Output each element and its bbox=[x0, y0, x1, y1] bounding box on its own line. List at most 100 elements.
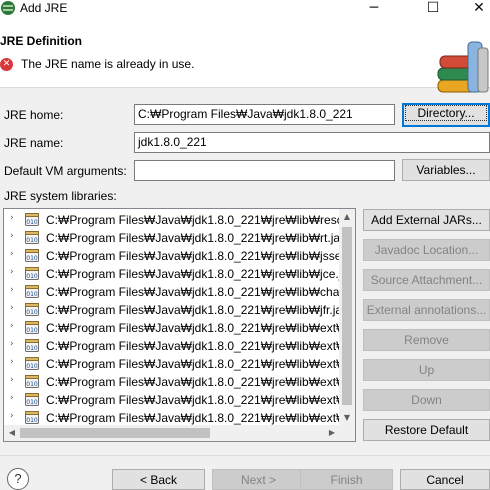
scroll-up-arrow-icon[interactable]: ▲ bbox=[339, 212, 355, 221]
svg-text:010: 010 bbox=[26, 219, 38, 226]
library-row[interactable]: › 010 C:₩Program Files₩Java₩jdk1.8.0_221₩j… bbox=[4, 391, 340, 409]
horizontal-scrollbar[interactable]: ◀ ▶ bbox=[4, 425, 340, 441]
library-path: C:₩Program Files₩Java₩jdk1.8.0_221₩jre₩l… bbox=[46, 321, 340, 335]
library-row[interactable]: › 010 C:₩Program Files₩Java₩jdk1.8.0_221₩j… bbox=[4, 247, 340, 265]
expand-chevron-icon[interactable]: › bbox=[10, 339, 14, 349]
expand-chevron-icon[interactable]: › bbox=[10, 213, 14, 223]
cancel-button[interactable]: Cancel bbox=[400, 469, 490, 490]
library-row[interactable]: › 010 C:₩Program Files₩Java₩jdk1.8.0_221₩j… bbox=[4, 373, 340, 391]
svg-text:010: 010 bbox=[26, 345, 38, 352]
directory-button-label: Directory... bbox=[405, 105, 487, 121]
svg-text:010: 010 bbox=[26, 255, 38, 262]
source-attachment-button[interactable]: Source Attachment... bbox=[363, 269, 490, 291]
jar-icon: 010 bbox=[25, 285, 39, 298]
jar-icon: 010 bbox=[25, 267, 39, 280]
library-row[interactable]: › 010 C:₩Program Files₩Java₩jdk1.8.0_221₩j… bbox=[4, 229, 340, 247]
jar-icon: 010 bbox=[25, 357, 39, 370]
jre-name-label: JRE name: bbox=[4, 136, 64, 150]
expand-chevron-icon[interactable]: › bbox=[10, 231, 14, 241]
scroll-left-arrow-icon[interactable]: ◀ bbox=[4, 428, 20, 437]
expand-chevron-icon[interactable]: › bbox=[10, 267, 14, 277]
vertical-scrollbar[interactable]: ▲ ▼ bbox=[339, 209, 355, 425]
directory-button[interactable]: Directory... bbox=[402, 103, 490, 127]
library-row[interactable]: › 010 C:₩Program Files₩Java₩jdk1.8.0_221₩j… bbox=[4, 319, 340, 337]
library-path: C:₩Program Files₩Java₩jdk1.8.0_221₩jre₩l… bbox=[46, 393, 340, 407]
jre-name-field[interactable]: jdk1.8.0_221 bbox=[134, 132, 490, 153]
library-row[interactable]: › 010 C:₩Program Files₩Java₩jdk1.8.0_221₩j… bbox=[4, 337, 340, 355]
finish-button[interactable]: Finish bbox=[300, 469, 393, 490]
expand-chevron-icon[interactable]: › bbox=[10, 285, 14, 295]
error-circle-icon: ✕ bbox=[0, 58, 13, 71]
expand-chevron-icon[interactable]: › bbox=[10, 321, 14, 331]
library-path: C:₩Program Files₩Java₩jdk1.8.0_221₩jre₩l… bbox=[46, 303, 340, 317]
library-row[interactable]: › 010 C:₩Program Files₩Java₩jdk1.8.0_221₩j… bbox=[4, 283, 340, 301]
minimize-button[interactable]: ─ bbox=[354, 0, 394, 18]
library-row[interactable]: › 010 C:₩Program Files₩Java₩jdk1.8.0_221₩j… bbox=[4, 301, 340, 319]
library-row[interactable]: › 010 C:₩Program Files₩Java₩jdk1.8.0_221₩j… bbox=[4, 265, 340, 283]
library-path: C:₩Program Files₩Java₩jdk1.8.0_221₩jre₩l… bbox=[46, 267, 340, 281]
vm-args-label: Default VM arguments: bbox=[4, 164, 127, 178]
library-path: C:₩Program Files₩Java₩jdk1.8.0_221₩jre₩l… bbox=[46, 285, 340, 299]
svg-text:010: 010 bbox=[26, 273, 38, 280]
vm-args-field[interactable] bbox=[134, 160, 395, 181]
add-external-jars-button[interactable]: Add External JARs... bbox=[363, 209, 490, 231]
jar-icon: 010 bbox=[25, 375, 39, 388]
library-path: C:₩Program Files₩Java₩jdk1.8.0_221₩jre₩l… bbox=[46, 339, 340, 353]
vertical-scroll-thumb[interactable] bbox=[342, 227, 352, 405]
library-path: C:₩Program Files₩Java₩jdk1.8.0_221₩jre₩l… bbox=[46, 231, 340, 245]
jar-icon: 010 bbox=[25, 249, 39, 262]
next-button[interactable]: Next > bbox=[212, 469, 305, 490]
jar-icon: 010 bbox=[25, 231, 39, 244]
jar-icon: 010 bbox=[25, 213, 39, 226]
up-button[interactable]: Up bbox=[363, 359, 490, 381]
close-window-button[interactable]: ✕ bbox=[459, 0, 490, 18]
library-path: C:₩Program Files₩Java₩jdk1.8.0_221₩jre₩l… bbox=[46, 411, 340, 425]
jar-icon: 010 bbox=[25, 303, 39, 316]
horizontal-scroll-thumb[interactable] bbox=[20, 428, 210, 438]
back-button[interactable]: < Back bbox=[112, 469, 205, 490]
eclipse-icon bbox=[1, 1, 15, 15]
page-title: JRE Definition bbox=[0, 34, 83, 48]
restore-default-button[interactable]: Restore Default bbox=[363, 419, 490, 441]
scroll-right-arrow-icon[interactable]: ▶ bbox=[324, 428, 340, 437]
svg-text:010: 010 bbox=[26, 291, 38, 298]
expand-chevron-icon[interactable]: › bbox=[10, 303, 14, 313]
library-path: C:₩Program Files₩Java₩jdk1.8.0_221₩jre₩l… bbox=[46, 213, 340, 227]
scroll-corner bbox=[339, 425, 355, 441]
external-annotations-button[interactable]: External annotations... bbox=[363, 299, 490, 321]
jre-home-field[interactable]: C:₩Program Files₩Java₩jdk1.8.0_221 bbox=[134, 104, 395, 125]
variables-button[interactable]: Variables... bbox=[402, 159, 490, 181]
svg-text:010: 010 bbox=[26, 381, 38, 388]
down-button[interactable]: Down bbox=[363, 389, 490, 411]
library-row[interactable]: › 010 C:₩Program Files₩Java₩jdk1.8.0_221₩j… bbox=[4, 211, 340, 229]
library-row[interactable]: › 010 C:₩Program Files₩Java₩jdk1.8.0_221₩j… bbox=[4, 355, 340, 373]
svg-text:010: 010 bbox=[26, 309, 38, 316]
help-icon[interactable]: ? bbox=[7, 468, 29, 490]
footer-separator bbox=[0, 455, 490, 456]
remove-button[interactable]: Remove bbox=[363, 329, 490, 351]
jar-icon: 010 bbox=[25, 321, 39, 334]
svg-text:010: 010 bbox=[26, 327, 38, 334]
jar-icon: 010 bbox=[25, 339, 39, 352]
maximize-button[interactable]: ☐ bbox=[413, 0, 453, 18]
scroll-down-arrow-icon[interactable]: ▼ bbox=[339, 413, 355, 422]
window-title: Add JRE bbox=[20, 1, 68, 15]
wizard-header: JRE Definition ✕ The JRE name is already… bbox=[0, 18, 490, 93]
javadoc-location-button[interactable]: Javadoc Location... bbox=[363, 239, 490, 261]
expand-chevron-icon[interactable]: › bbox=[10, 411, 14, 421]
expand-chevron-icon[interactable]: › bbox=[10, 375, 14, 385]
library-path: C:₩Program Files₩Java₩jdk1.8.0_221₩jre₩l… bbox=[46, 357, 340, 371]
expand-chevron-icon[interactable]: › bbox=[10, 357, 14, 367]
error-message: The JRE name is already in use. bbox=[21, 57, 195, 71]
libraries-label: JRE system libraries: bbox=[4, 189, 117, 203]
svg-text:010: 010 bbox=[26, 237, 38, 244]
expand-chevron-icon[interactable]: › bbox=[10, 249, 14, 259]
libraries-tree[interactable]: › 010 C:₩Program Files₩Java₩jdk1.8.0_221₩j… bbox=[3, 208, 356, 442]
jre-home-label: JRE home: bbox=[4, 108, 64, 122]
svg-text:010: 010 bbox=[26, 417, 38, 424]
expand-chevron-icon[interactable]: › bbox=[10, 393, 14, 403]
library-path: C:₩Program Files₩Java₩jdk1.8.0_221₩jre₩l… bbox=[46, 249, 340, 263]
library-path: C:₩Program Files₩Java₩jdk1.8.0_221₩jre₩l… bbox=[46, 375, 340, 389]
svg-text:010: 010 bbox=[26, 363, 38, 370]
jar-icon: 010 bbox=[25, 393, 39, 406]
